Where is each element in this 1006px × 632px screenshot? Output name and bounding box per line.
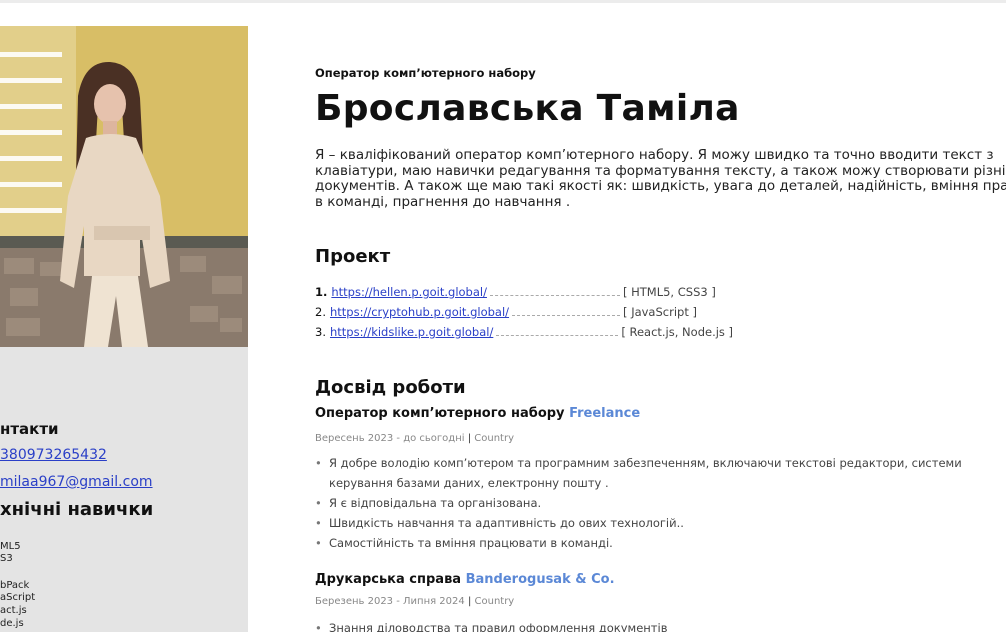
job-role: Друкарська справа — [315, 572, 462, 587]
resume-main: Оператор комп’ютерного набору Брославськ… — [248, 0, 1006, 632]
list-item: Знання діловодства та правил оформлення … — [315, 618, 667, 632]
project-number: 3. — [315, 325, 326, 339]
skill-item: act.js — [0, 605, 27, 616]
job-dates: Вересень 2023 - до сьогодні | Country — [315, 433, 514, 444]
project-link[interactable]: https://kidslike.p.goit.global/ — [330, 325, 493, 339]
job-role: Оператор комп’ютерного набору — [315, 406, 565, 421]
project-link[interactable]: https://hellen.p.goit.global/ — [331, 285, 487, 299]
project-number: 2. — [315, 305, 326, 319]
skill-item: bPack — [0, 580, 30, 591]
list-item: Самостійність та вміння працювати в кома… — [315, 533, 962, 553]
job-title: Друкарська справа Banderogusak & Co. — [315, 572, 615, 587]
skill-item: de.js — [0, 618, 24, 629]
dotted-leader — [489, 295, 620, 296]
project-tech: [ JavaScript ] — [623, 305, 697, 319]
list-item: Я добре володію комп’ютером та програмни… — [315, 453, 962, 493]
project-item: 2. https://cryptohub.p.goit.global/ [ Ja… — [315, 305, 697, 319]
about-line: клавіатури, маю навички редагування та ф… — [315, 162, 1006, 179]
job-company: Freelance — [569, 406, 641, 421]
person-name: Брославська Таміла — [315, 88, 740, 129]
job-company: Banderogusak & Co. — [465, 572, 615, 587]
skills-heading: хнічні навички — [0, 499, 154, 520]
dotted-leader — [496, 335, 619, 336]
about-line: в команді, прагнення до навчання . — [315, 193, 571, 210]
contacts-heading: нтакти — [0, 420, 59, 438]
dotted-leader — [512, 315, 621, 316]
about-line: документів. А також ще маю такі якості я… — [315, 178, 1006, 194]
job-period: Березень 2023 - Липня 2024 — [315, 596, 465, 607]
skill-item: S3 — [0, 553, 13, 564]
separator: | — [467, 596, 472, 607]
email-link[interactable]: milaa967@gmail.com — [0, 474, 153, 490]
sidebar: нтакти 380973265432 milaa967@gmail.com х… — [0, 26, 248, 632]
phone-link[interactable]: 380973265432 — [0, 447, 107, 463]
projects-heading: Проект — [315, 246, 391, 267]
job-subtitle: Оператор комп’ютерного набору — [315, 66, 536, 80]
job-location: Country — [474, 433, 514, 444]
list-item: Я є відповідальна та організована. — [315, 493, 962, 513]
project-tech: [ HTML5, CSS3 ] — [622, 285, 716, 299]
job-bullets: Знання діловодства та правил оформлення … — [315, 618, 667, 632]
project-item: 1. https://hellen.p.goit.global/ [ HTML5… — [315, 285, 716, 299]
bullet-text: Я добре володію комп’ютером та програмни… — [329, 456, 962, 470]
project-item: 3. https://kidslike.p.goit.global/ [ Rea… — [315, 325, 733, 339]
about-line: Я – кваліфікований оператор комп’ютерног… — [315, 147, 994, 163]
profile-photo — [0, 26, 248, 347]
experience-heading: Досвід роботи — [315, 377, 466, 398]
job-dates: Березень 2023 - Липня 2024 | Country — [315, 596, 514, 607]
job-bullets: Я добре володію комп’ютером та програмни… — [315, 453, 962, 553]
skill-item: aScript — [0, 592, 36, 603]
list-item: Швидкість навчання та адаптивність до ов… — [315, 513, 962, 533]
job-location: Country — [474, 596, 515, 607]
about-paragraph: Я – кваліфікований оператор комп’ютерног… — [315, 147, 1006, 210]
job-title: Оператор комп’ютерного набору Freelance — [315, 406, 640, 421]
bullet-text: керування базами даних, електронну пошту… — [329, 476, 609, 490]
project-tech: [ React.js, Node.js ] — [621, 325, 734, 339]
separator: | — [467, 433, 472, 444]
job-period: Вересень 2023 - до сьогодні — [315, 433, 465, 444]
project-link[interactable]: https://cryptohub.p.goit.global/ — [330, 305, 509, 319]
skill-item: ML5 — [0, 541, 21, 552]
project-number: 1. — [315, 285, 328, 299]
